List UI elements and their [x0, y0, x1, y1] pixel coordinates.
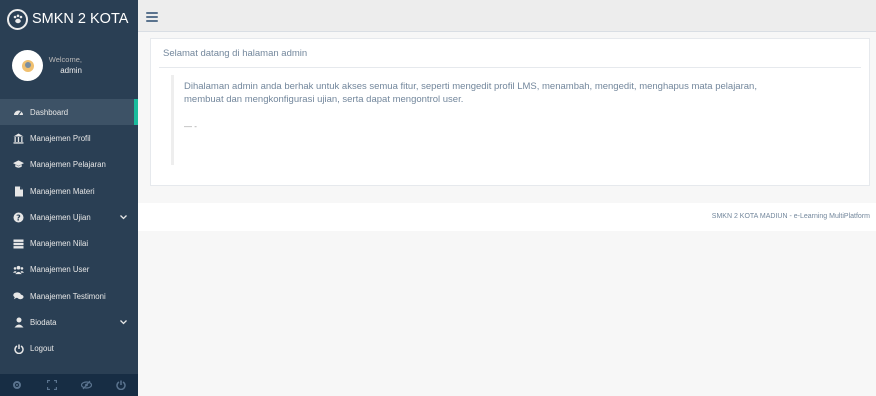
chevron-down-icon: [120, 318, 127, 327]
sidebar-item-manajemen-user[interactable]: Manajemen User: [0, 257, 138, 283]
table-icon: [13, 238, 24, 249]
menu-toggle-icon[interactable]: [146, 12, 158, 22]
username: admin: [60, 66, 82, 75]
paw-icon: [7, 8, 28, 30]
panel-title: Selamat datang di halaman admin: [163, 48, 308, 59]
fullscreen-icon[interactable]: [42, 378, 62, 392]
brand[interactable]: SMKN 2 KOTA: [0, 0, 138, 38]
sidebar-item-dashboard[interactable]: Dashboard: [0, 99, 138, 126]
sidebar-item-label: Manajemen Profil: [30, 133, 91, 143]
sidebar-footer: [0, 374, 138, 396]
sidebar: SMKN 2 KOTA Welcome, admin Dashboard Man…: [0, 0, 138, 396]
sidebar-item-manajemen-ujian[interactable]: ? Manajemen Ujian: [0, 204, 138, 230]
sidebar-item-label: Manajemen Pelajaran: [30, 160, 106, 170]
file-icon: [13, 186, 24, 197]
welcome-quote: Dihalaman admin anda berhak untuk akses …: [171, 75, 771, 165]
eye-slash-icon[interactable]: [76, 378, 96, 392]
graduation-cap-icon: [13, 159, 24, 170]
user-icon: [13, 317, 24, 328]
panel-divider: [159, 67, 861, 68]
question-circle-icon: ?: [13, 212, 24, 223]
sidebar-item-label: Manajemen User: [30, 265, 90, 275]
tachometer-icon: [13, 107, 24, 118]
quote-footer: — -: [184, 121, 197, 131]
sidebar-item-label: Manajemen Nilai: [30, 239, 89, 249]
power-off-icon: [13, 343, 24, 354]
sidebar-item-manajemen-nilai[interactable]: Manajemen Nilai: [0, 230, 138, 256]
sidebar-item-logout[interactable]: Logout: [0, 336, 138, 362]
sidebar-item-label: Logout: [30, 344, 54, 354]
sidebar-item-manajemen-materi[interactable]: Manajemen Materi: [0, 178, 138, 204]
power-off-icon[interactable]: [111, 378, 131, 392]
brand-title: SMKN 2 KOTA: [32, 11, 129, 27]
profile: Welcome, admin: [0, 40, 138, 90]
svg-text:?: ?: [16, 213, 21, 222]
footer-text: SMKN 2 KOTA MADIUN - e-Learning MultiPla…: [711, 213, 870, 220]
welcome-panel: Selamat datang di halaman admin Dihalama…: [150, 38, 870, 186]
sidebar-item-label: Biodata: [30, 318, 57, 328]
quote-text: Dihalaman admin anda berhak untuk akses …: [184, 81, 757, 106]
sidebar-item-manajemen-testimoni[interactable]: Manajemen Testimoni: [0, 283, 138, 309]
sidebar-menu: Dashboard Manajemen Profil Manajemen Pel…: [0, 99, 138, 362]
sidebar-item-label: Dashboard: [30, 107, 69, 117]
sidebar-item-manajemen-pelajaran[interactable]: Manajemen Pelajaran: [0, 152, 138, 178]
welcome-text: Welcome,: [48, 55, 82, 64]
sidebar-item-biodata[interactable]: Biodata: [0, 309, 138, 335]
sidebar-item-label: Manajemen Testimoni: [30, 291, 106, 301]
sidebar-item-manajemen-profil[interactable]: Manajemen Profil: [0, 125, 138, 151]
page-footer: SMKN 2 KOTA MADIUN - e-Learning MultiPla…: [138, 203, 876, 231]
top-nav: [138, 0, 876, 32]
comments-icon: [13, 291, 24, 302]
institution-icon: [13, 133, 24, 144]
chevron-down-icon: [120, 213, 127, 222]
cog-icon[interactable]: [7, 378, 27, 392]
sidebar-item-label: Manajemen Ujian: [30, 212, 91, 222]
sidebar-item-label: Manajemen Materi: [30, 186, 95, 196]
users-icon: [13, 264, 24, 275]
